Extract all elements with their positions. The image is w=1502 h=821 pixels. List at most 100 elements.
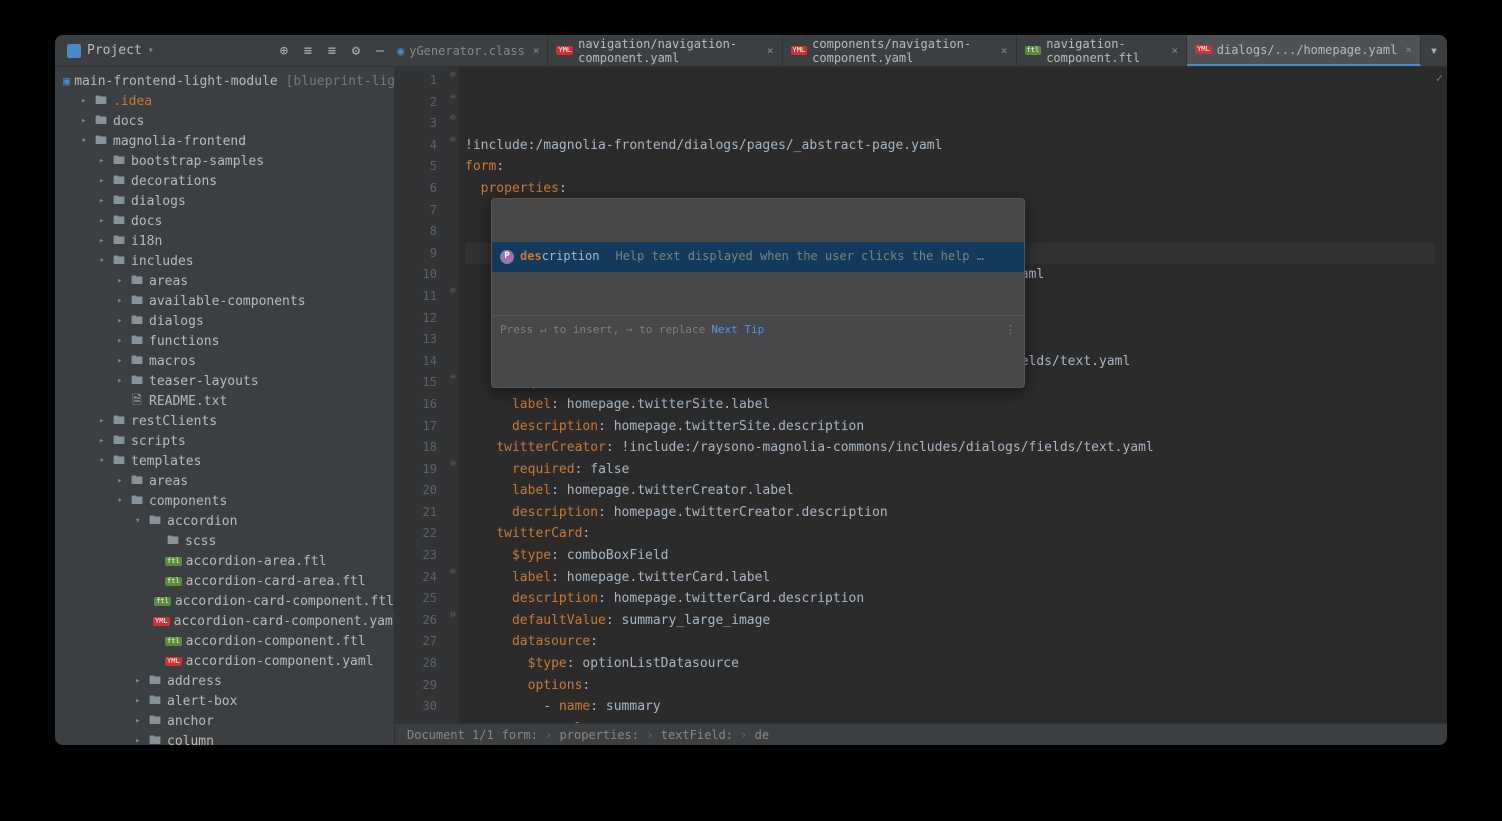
tree-toggle[interactable]: ▸ bbox=[117, 316, 129, 326]
completion-popup[interactable]: P description Help text displayed when t… bbox=[491, 198, 1025, 388]
tree-item[interactable]: ftlaccordion-card-area.ftl bbox=[55, 571, 394, 591]
tree-item[interactable]: ▸🖿areas bbox=[55, 271, 394, 291]
tree-item[interactable]: ▸🖿dialogs bbox=[55, 191, 394, 211]
tree-toggle[interactable]: ▸ bbox=[117, 476, 129, 486]
chevron-down-icon[interactable]: ▾ bbox=[148, 45, 154, 56]
collapse-all-icon[interactable]: ≡ bbox=[325, 44, 339, 58]
tree-toggle[interactable]: ▸ bbox=[81, 96, 93, 106]
tree-toggle[interactable]: ▸ bbox=[81, 116, 93, 126]
tree-toggle[interactable]: ▸ bbox=[99, 216, 111, 226]
project-tree[interactable]: ▣main-frontend-light-module [blueprint-l… bbox=[55, 67, 395, 745]
code-line[interactable]: description: homepage.twitterSite.descri… bbox=[465, 416, 1435, 438]
tree-item[interactable]: ▸🖿column bbox=[55, 731, 394, 745]
tree-item[interactable]: ▸🖿docs bbox=[55, 211, 394, 231]
breadcrumb-path[interactable]: form: › properties: › textField: › de bbox=[502, 728, 769, 742]
project-tool-window-header[interactable]: Project ▾ ⊕ ≡ ≡ ⚙ — bbox=[55, 43, 395, 58]
close-icon[interactable]: × bbox=[533, 44, 540, 57]
breadcrumb-item[interactable]: textField: bbox=[661, 728, 733, 742]
tree-toggle[interactable]: ▾ bbox=[135, 516, 147, 526]
tree-toggle[interactable]: ▸ bbox=[135, 736, 147, 745]
tree-toggle[interactable]: ▾ bbox=[99, 256, 111, 266]
code-line[interactable]: twitterCreator: !include:/raysono-magnol… bbox=[465, 437, 1435, 459]
tree-item[interactable]: ▾🖿magnolia-frontend bbox=[55, 131, 394, 151]
code-line[interactable]: $type: optionListDatasource bbox=[465, 653, 1435, 675]
tree-item[interactable]: ▸🖿bootstrap-samples bbox=[55, 151, 394, 171]
code-line[interactable]: required: false bbox=[465, 459, 1435, 481]
tree-item[interactable]: ftlaccordion-component.ftl bbox=[55, 631, 394, 651]
more-icon[interactable]: ⋮ bbox=[1005, 319, 1016, 341]
tree-item[interactable]: ▸🖿restClients bbox=[55, 411, 394, 431]
code-line[interactable]: properties: bbox=[465, 178, 1435, 200]
tree-toggle[interactable]: ▸ bbox=[117, 376, 129, 386]
code-line[interactable]: label: homepage.twitterSite.label bbox=[465, 394, 1435, 416]
tree-toggle[interactable]: ▾ bbox=[117, 496, 129, 506]
tree-toggle[interactable]: ▸ bbox=[117, 356, 129, 366]
code-line[interactable]: form: bbox=[465, 156, 1435, 178]
tree-item[interactable]: ▾🖿includes bbox=[55, 251, 394, 271]
tree-item[interactable]: ▸🖿i18n bbox=[55, 231, 394, 251]
code-line[interactable]: label: homepage.twitterCard.label bbox=[465, 567, 1435, 589]
tree-toggle[interactable]: ▸ bbox=[99, 416, 111, 426]
tree-item[interactable]: ▸🖿functions bbox=[55, 331, 394, 351]
tree-item[interactable]: ▸🖿teaser-layouts bbox=[55, 371, 394, 391]
line-number-gutter[interactable]: 1234567891011121314151617181920212223242… bbox=[395, 67, 447, 723]
code-line[interactable]: - name: summary bbox=[465, 696, 1435, 718]
tree-toggle[interactable]: ▸ bbox=[135, 676, 147, 686]
tree-item[interactable]: YMLaccordion-component.yaml bbox=[55, 651, 394, 671]
tree-toggle[interactable]: ▸ bbox=[99, 236, 111, 246]
tree-toggle[interactable]: ▸ bbox=[135, 716, 147, 726]
tree-item[interactable]: ▾🖿components bbox=[55, 491, 394, 511]
tree-toggle[interactable]: ▸ bbox=[99, 156, 111, 166]
breadcrumb-item[interactable]: properties: bbox=[560, 728, 639, 742]
tree-item[interactable]: ▣main-frontend-light-module [blueprint-l… bbox=[55, 71, 394, 91]
tree-toggle[interactable]: ▸ bbox=[117, 276, 129, 286]
breadcrumb-item[interactable]: form: bbox=[502, 728, 538, 742]
tree-item[interactable]: ▸🖿address bbox=[55, 671, 394, 691]
editor-tab[interactable]: ftlnavigation-component.ftl× bbox=[1017, 35, 1188, 66]
gear-icon[interactable]: ⚙ bbox=[349, 44, 363, 58]
close-icon[interactable]: × bbox=[1171, 44, 1178, 57]
tree-item[interactable]: ▾🖿accordion bbox=[55, 511, 394, 531]
tree-toggle[interactable]: ▸ bbox=[135, 696, 147, 706]
code-line[interactable]: twitterCard: bbox=[465, 523, 1435, 545]
tree-item[interactable]: ▸🖿anchor bbox=[55, 711, 394, 731]
tree-toggle[interactable]: ▸ bbox=[117, 336, 129, 346]
tree-toggle[interactable]: ▸ bbox=[99, 176, 111, 186]
tree-item[interactable]: ▾🖿templates bbox=[55, 451, 394, 471]
breadcrumb-item[interactable]: de bbox=[755, 728, 769, 742]
tree-item[interactable]: ▸🖿scripts bbox=[55, 431, 394, 451]
code-line[interactable]: options: bbox=[465, 675, 1435, 697]
tree-item[interactable]: 🗎README.txt bbox=[55, 391, 394, 411]
tree-item[interactable]: YMLaccordion-card-component.yaml bbox=[55, 611, 394, 631]
code-line[interactable]: value: summary bbox=[465, 718, 1435, 723]
tree-item[interactable]: ftlaccordion-area.ftl bbox=[55, 551, 394, 571]
tree-toggle[interactable]: ▸ bbox=[117, 296, 129, 306]
code-line[interactable]: description: homepage.twitterCreator.des… bbox=[465, 502, 1435, 524]
locate-icon[interactable]: ⊕ bbox=[277, 44, 291, 58]
code-line[interactable]: datasource: bbox=[465, 631, 1435, 653]
close-icon[interactable]: × bbox=[1001, 44, 1008, 57]
tree-item[interactable]: ▸🖿macros bbox=[55, 351, 394, 371]
tabs-dropdown-icon[interactable]: ▾ bbox=[1427, 44, 1441, 58]
code-line[interactable]: label: homepage.twitterCreator.label bbox=[465, 480, 1435, 502]
next-tip-link[interactable]: Next Tip bbox=[711, 319, 764, 341]
tree-toggle[interactable]: ▾ bbox=[81, 136, 93, 146]
code-line[interactable]: $type: comboBoxField bbox=[465, 545, 1435, 567]
close-icon[interactable]: × bbox=[1405, 43, 1412, 56]
tree-item[interactable]: ▸🖿available-components bbox=[55, 291, 394, 311]
code-line[interactable]: description: homepage.twitterCard.descri… bbox=[465, 588, 1435, 610]
tree-item[interactable]: ▸🖿areas bbox=[55, 471, 394, 491]
expand-all-icon[interactable]: ≡ bbox=[301, 44, 315, 58]
code-line[interactable]: defaultValue: summary_large_image bbox=[465, 610, 1435, 632]
editor-tab[interactable]: ◉yGenerator.class× bbox=[395, 35, 548, 66]
tree-toggle[interactable]: ▸ bbox=[99, 196, 111, 206]
inspection-ok-icon[interactable]: ✓ bbox=[1436, 71, 1443, 85]
editor-tab[interactable]: YMLdialogs/.../homepage.yaml× bbox=[1187, 35, 1421, 66]
code-line[interactable]: !include:/magnolia-frontend/dialogs/page… bbox=[465, 135, 1435, 157]
close-icon[interactable]: × bbox=[767, 44, 774, 57]
editor-tab[interactable]: YMLnavigation/navigation-component.yaml× bbox=[548, 35, 782, 66]
code-content[interactable]: P description Help text displayed when t… bbox=[459, 67, 1435, 723]
hide-icon[interactable]: — bbox=[373, 44, 387, 58]
tree-item[interactable]: ▸🖿alert-box bbox=[55, 691, 394, 711]
fold-gutter[interactable]: ⊖⊖⊖⊖⊖⊖⊖⊖⊖ bbox=[447, 67, 459, 723]
